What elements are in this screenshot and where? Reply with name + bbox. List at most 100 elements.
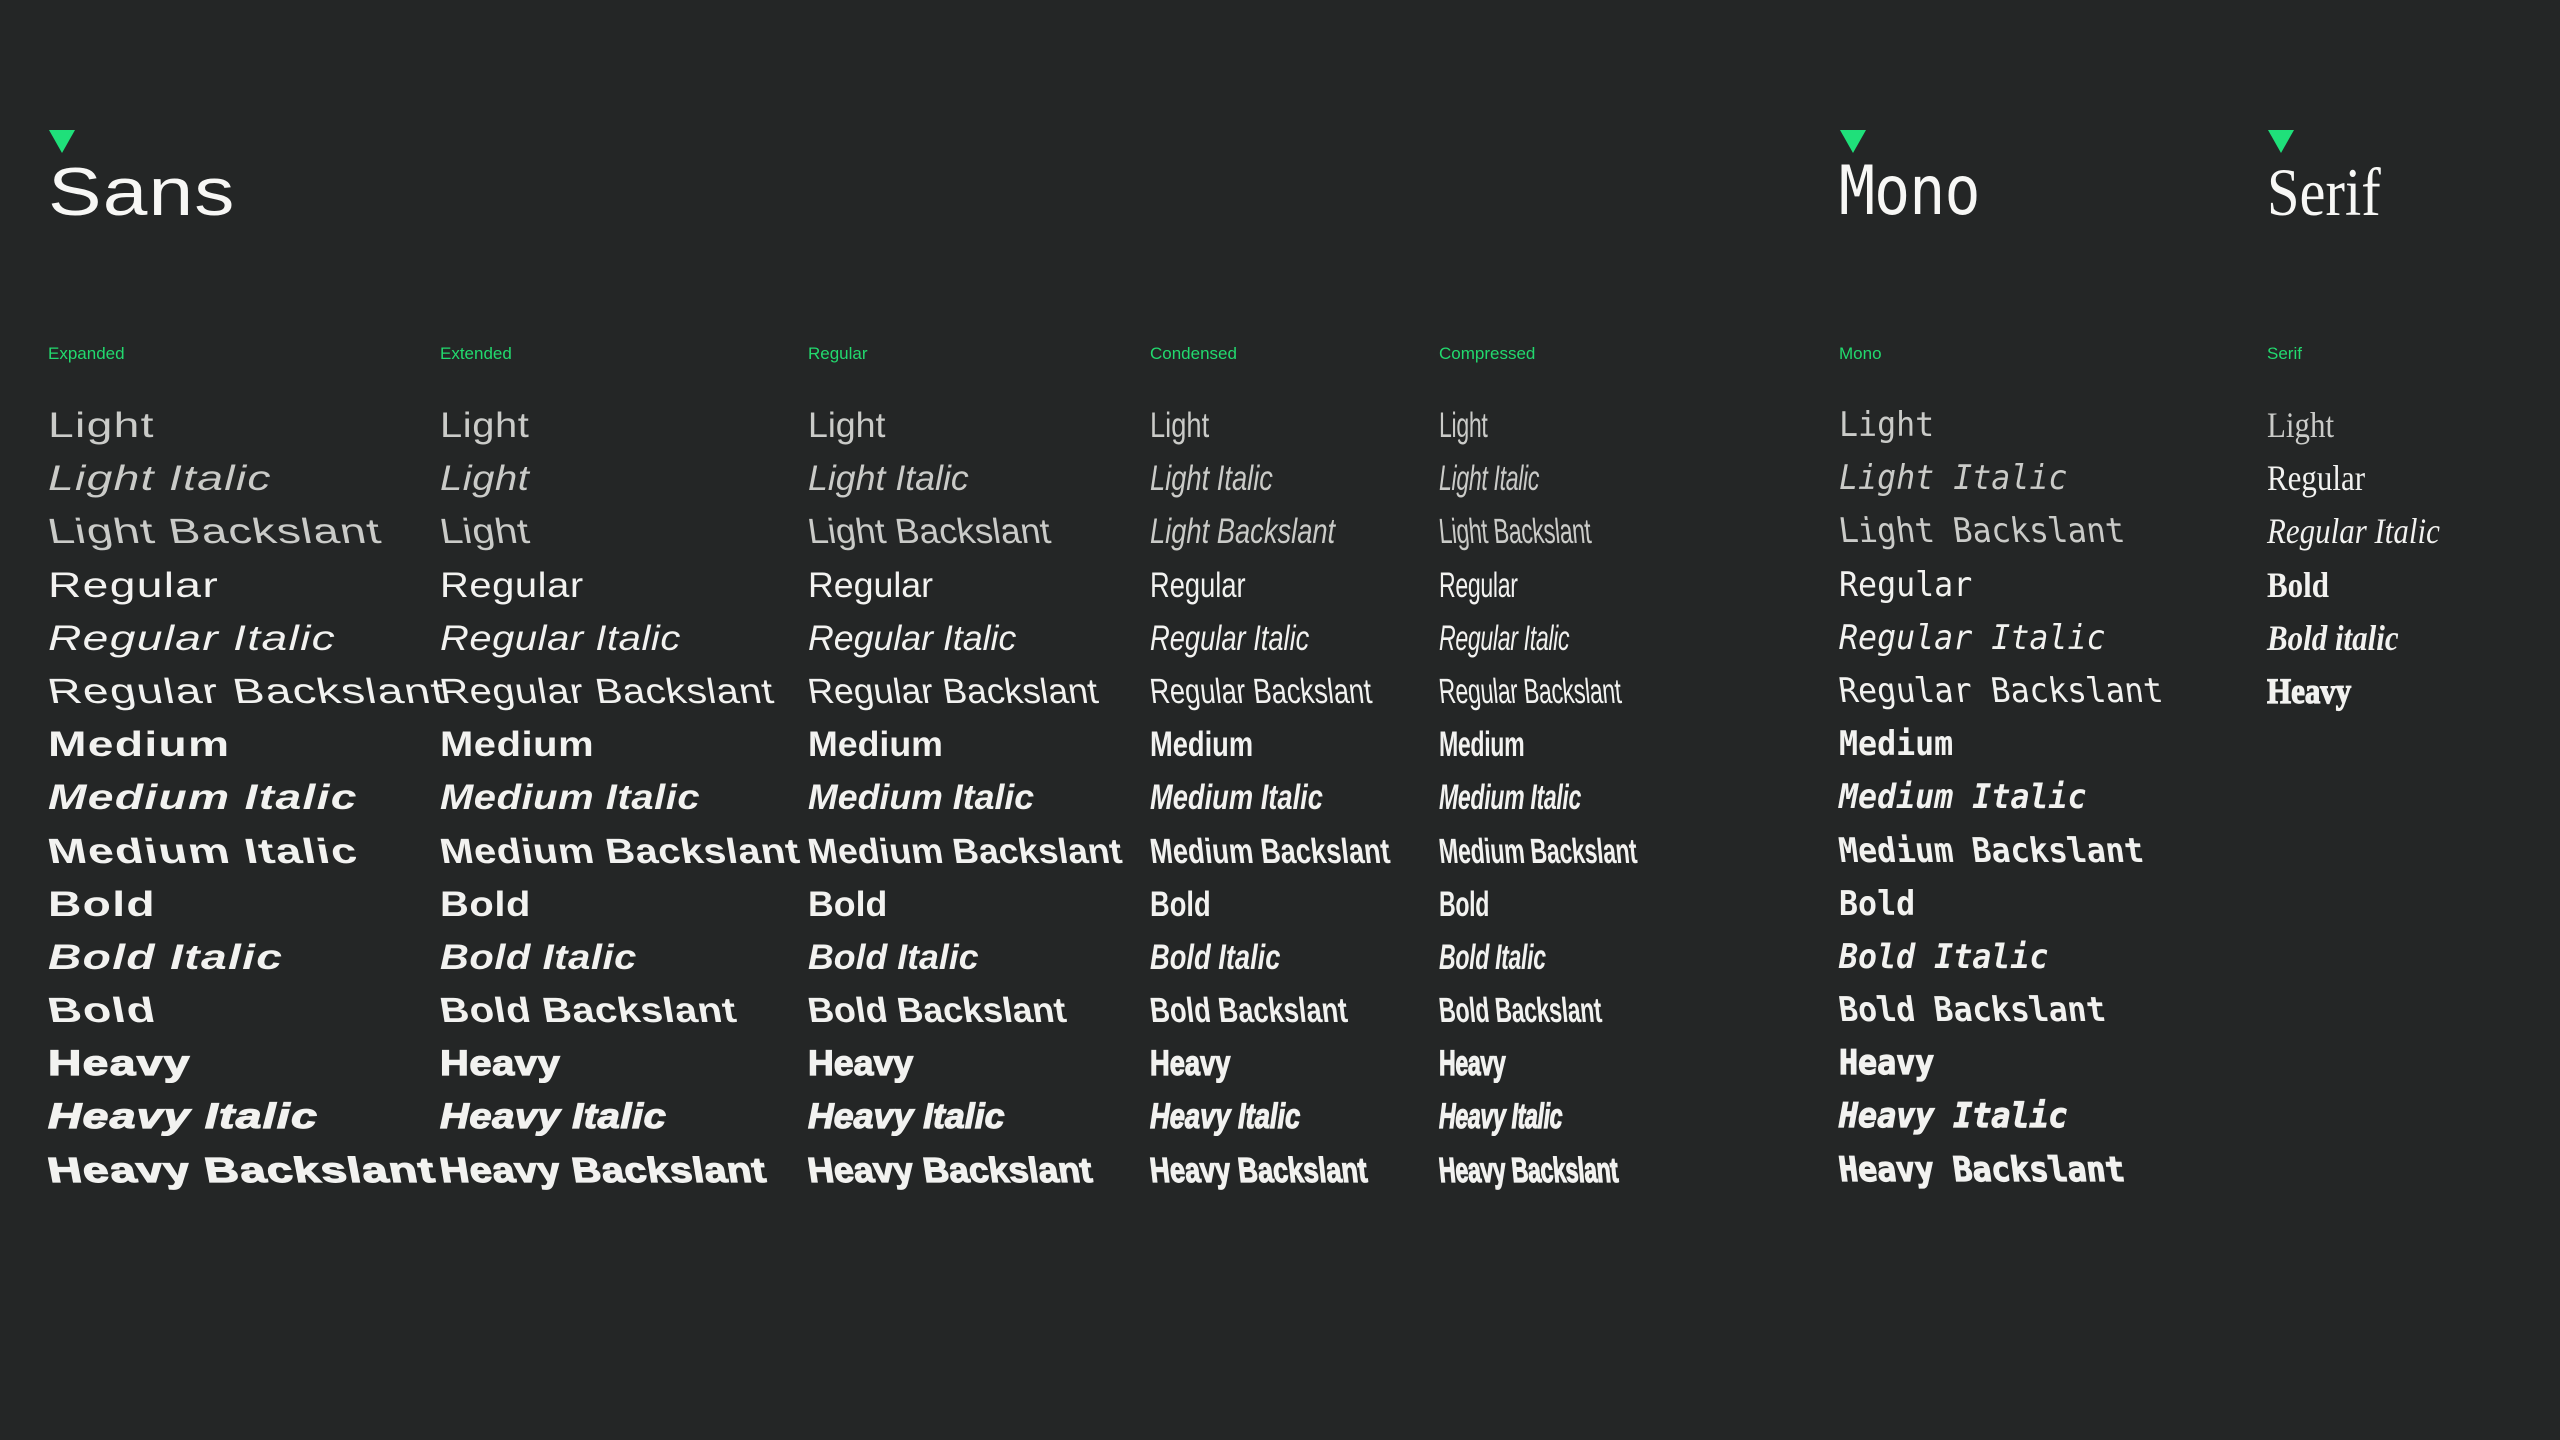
style-sample: Bold Backslant bbox=[1836, 984, 2187, 1037]
style-sample-text: Light bbox=[1439, 406, 1488, 445]
style-column-condensed: Condensed Light Light Italic Light Backslan… bbox=[1147, 343, 1457, 1197]
style-sample-text: Medium Italic bbox=[1839, 777, 2087, 818]
style-sample: Bold Backslant bbox=[805, 984, 1115, 1037]
style-sample-text: Heavy Italic bbox=[47, 1097, 319, 1137]
style-column-regular: Regular Light Light Italic Light Backslant R… bbox=[805, 343, 1125, 1197]
style-sample: Bold Italic bbox=[440, 931, 755, 984]
style-sample-text: Medium Backslant bbox=[805, 831, 1125, 871]
style-sample: Regular Italic bbox=[808, 612, 1115, 665]
style-sample-text: Medium Backslant bbox=[436, 831, 803, 871]
style-sample: Medium bbox=[808, 718, 1115, 771]
style-sample: Heavy bbox=[47, 1037, 349, 1090]
style-sample-text: Regular Italic bbox=[1439, 618, 1570, 658]
style-sample-text: Regular bbox=[1439, 565, 1518, 605]
style-sample-text: Heavy bbox=[439, 1044, 561, 1084]
style-sample-text: Heavy Italic bbox=[439, 1097, 667, 1137]
style-column-mono: Mono Light Light Italic Light Backslant Regu… bbox=[1836, 343, 2187, 1197]
style-sample-text: Light Backslant bbox=[1836, 511, 2128, 552]
style-sample-text: Medium bbox=[1150, 725, 1254, 765]
style-sample-list: Light Light Italic Light Backslant Regular R… bbox=[1437, 399, 1738, 1197]
style-sample-text: Bold bbox=[48, 884, 156, 924]
family-group-mono: Mono bbox=[1839, 130, 1980, 226]
style-sample-text: Bold bbox=[2267, 564, 2329, 605]
style-sample-text: Medium Backslant bbox=[1836, 830, 2147, 871]
style-sample-text: Bold Italic bbox=[808, 937, 979, 977]
style-sample: Regular Backslant bbox=[1836, 665, 2187, 718]
style-sample: Light Backslant bbox=[44, 505, 384, 558]
style-sample-text: Heavy bbox=[2266, 670, 2352, 711]
style-sample-text: Light bbox=[1150, 406, 1210, 445]
style-sample-text: Regular Backslant bbox=[1836, 670, 2166, 711]
style-sample: Heavy bbox=[1838, 1037, 2187, 1090]
style-sample: Regular Backslant bbox=[437, 665, 777, 718]
style-sample-text: Medium bbox=[1839, 724, 1954, 765]
style-sample-text: Heavy Backslant bbox=[1437, 1150, 1620, 1190]
style-sample-text: Bold Italic bbox=[1150, 937, 1281, 977]
style-sample: Medium Italic bbox=[1839, 771, 2187, 824]
style-sample: Regular bbox=[440, 559, 755, 612]
style-sample: Medium Backslant bbox=[1836, 825, 2187, 878]
style-sample-text: Light bbox=[48, 406, 155, 445]
style-sample-list: Light Light Light Regular Regular Italic Regu… bbox=[436, 399, 802, 1197]
style-sample: Heavy Backslant bbox=[44, 1144, 440, 1197]
style-sample: Medium Backslant bbox=[1148, 825, 1457, 878]
style-sample-text: Medium Backslant bbox=[1437, 831, 1639, 871]
style-sample-text: Medium Italic bbox=[1150, 778, 1323, 818]
style-sample-text: Medium Italic bbox=[808, 778, 1035, 818]
style-sample: Regular Backslant bbox=[44, 665, 449, 718]
style-sample: Bold Backslant bbox=[437, 984, 755, 1037]
column-label: Compressed bbox=[1439, 344, 1536, 363]
style-sample-text: Regular Italic bbox=[1839, 617, 2106, 658]
style-sample: Light Italic bbox=[1839, 452, 2187, 505]
style-sample: Bold italic bbox=[2267, 612, 2468, 665]
style-sample: Bold bbox=[48, 878, 349, 931]
style-sample: Light bbox=[440, 452, 755, 505]
style-sample-text: Bold bbox=[44, 991, 160, 1031]
style-sample: Heavy Backslant bbox=[1147, 1144, 1457, 1197]
style-sample-text: Light Italic bbox=[1439, 459, 1540, 499]
style-sample: Medium Italic bbox=[44, 825, 361, 878]
style-sample-text: Bold Backslant bbox=[1836, 990, 2109, 1031]
style-column-serif: Serif Light Regular Regular Italic Bold Bold … bbox=[2266, 343, 2468, 718]
style-sample: Bold bbox=[1839, 878, 2187, 931]
style-sample-text: Bold Backslant bbox=[805, 991, 1069, 1031]
style-sample: Medium Italic bbox=[1439, 771, 1738, 824]
triangle-down-icon bbox=[1840, 130, 1866, 153]
style-sample: Heavy Backslant bbox=[805, 1144, 1115, 1197]
style-sample: Regular bbox=[1839, 559, 2187, 612]
style-sample: Heavy bbox=[2266, 665, 2468, 718]
style-sample: Bold Italic bbox=[1839, 931, 2187, 984]
style-sample-text: Heavy Backslant bbox=[44, 1150, 440, 1190]
style-sample: Regular Italic bbox=[48, 612, 349, 665]
style-sample: Bold bbox=[1150, 878, 1457, 931]
style-sample-text: Bold Italic bbox=[1439, 937, 1546, 977]
style-sample-text: Regular bbox=[48, 565, 220, 605]
style-sample-text: Light Italic bbox=[1150, 459, 1273, 499]
style-sample: Medium bbox=[1439, 718, 1738, 771]
style-sample-text: Bold Italic bbox=[48, 937, 284, 977]
style-sample: Heavy Backslant bbox=[1836, 1144, 2187, 1197]
style-sample-text: Bold bbox=[440, 884, 531, 924]
style-sample-text: Medium bbox=[440, 725, 595, 765]
style-sample: Medium bbox=[1839, 718, 2187, 771]
style-sample-text: Light Italic bbox=[1839, 458, 2068, 499]
family-group-sans: Sans bbox=[48, 130, 234, 226]
style-sample: Light bbox=[48, 399, 349, 452]
style-sample: Light bbox=[1839, 399, 2187, 452]
style-sample-text: Regular bbox=[1150, 565, 1246, 605]
style-column-extended: Extended Light Light Light Regular Regular It… bbox=[436, 343, 802, 1197]
style-sample-text: Light Backslant bbox=[44, 512, 385, 552]
style-sample: Bold Backslant bbox=[1437, 984, 1738, 1037]
style-column-expanded: Expanded Light Light Italic Light Backslant… bbox=[44, 343, 449, 1197]
style-sample: Medium Backslant bbox=[805, 825, 1124, 878]
style-sample: Heavy Italic bbox=[47, 1090, 349, 1143]
style-sample-text: Light Italic bbox=[48, 459, 272, 499]
style-sample-text: Heavy bbox=[1150, 1044, 1231, 1084]
column-label: Serif bbox=[2267, 344, 2302, 363]
column-label: Extended bbox=[440, 344, 512, 363]
family-heading: Mono bbox=[1839, 152, 1980, 231]
style-sample: Light Italic bbox=[1150, 452, 1457, 505]
style-sample: Light bbox=[1439, 399, 1738, 452]
style-sample: Medium bbox=[1150, 718, 1457, 771]
style-sample-text: Bold Backslant bbox=[1437, 991, 1604, 1031]
